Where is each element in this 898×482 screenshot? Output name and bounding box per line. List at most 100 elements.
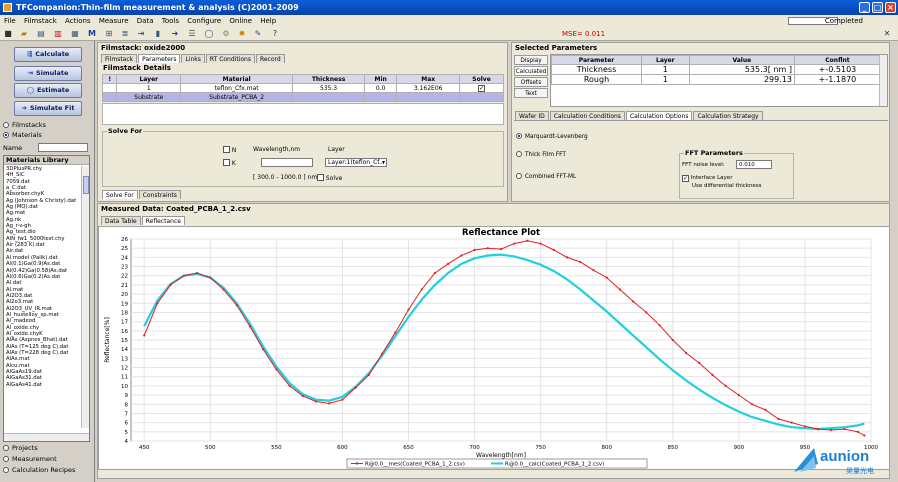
k-checkbox[interactable]: K: [223, 159, 236, 167]
filmstacks-radio[interactable]: Filmstacks: [3, 121, 46, 130]
measured-data-point: [843, 427, 846, 431]
stack-icon[interactable]: ≣: [120, 29, 130, 39]
reflectance-plot-svg: 4 5 6 7 8 9 10 11 12 13 14 15 16 17 18 19 20 21 22 23 24 25 26…: [104, 228, 878, 469]
new-doc-icon[interactable]: ▤: [36, 29, 46, 39]
menu-data[interactable]: Data: [137, 17, 154, 25]
arrow-right-icon[interactable]: ➜: [170, 29, 180, 39]
simulate-icon[interactable]: ⇥: [136, 29, 146, 39]
simulate-fit-button[interactable]: ➜ Simulate Fit: [14, 101, 82, 116]
materials-scrollbar[interactable]: [81, 166, 89, 428]
wavelength-label: Wavelength,nm: [253, 146, 301, 153]
measured-data-point: [790, 421, 793, 424]
tab-rt-conditions[interactable]: RT Conditions: [205, 54, 255, 63]
measured-data-point: [314, 400, 318, 403]
n-checkbox[interactable]: N: [223, 146, 236, 154]
app-icon: [3, 3, 12, 12]
calculate-button[interactable]: ⇶ Calculate: [14, 47, 82, 62]
estimate-icon[interactable]: ◯: [204, 29, 214, 39]
settings-icon[interactable]: ⚙: [221, 29, 231, 39]
table-row[interactable]: 1 teflon_Cfx.mat 535.3 0.0 3.162E06 ✓: [101, 83, 504, 93]
menu-measure[interactable]: Measure: [99, 17, 129, 25]
cell-max[interactable]: 3.162E06: [396, 83, 461, 93]
cell-material[interactable]: Substrate_PCBA_2: [180, 92, 294, 102]
menu-tools[interactable]: Tools: [162, 17, 179, 25]
projects-radio[interactable]: Projects: [3, 444, 38, 453]
table-row[interactable]: Substrate Substrate_PCBA_2: [101, 92, 504, 102]
tab-calc-options[interactable]: Calculation Options: [625, 111, 693, 120]
offsets-button[interactable]: Offsets: [514, 77, 548, 87]
filmstack-tabs: Filmstack Parameters Links RT Conditions Rec…: [101, 54, 286, 63]
cell-exclude[interactable]: [101, 83, 118, 93]
maximize-button[interactable]: □: [872, 2, 883, 13]
solve-checkbox-2[interactable]: Solve: [317, 174, 342, 182]
wavelength-input[interactable]: [261, 158, 313, 167]
menu-file[interactable]: File: [4, 17, 16, 25]
simulate-button[interactable]: ⇥ Simulate: [14, 66, 82, 81]
open-folder-icon[interactable]: ▰: [19, 29, 29, 39]
marquardt-radio[interactable]: Marquardt-Levenberg: [516, 133, 588, 142]
table-icon[interactable]: ▦: [70, 29, 80, 39]
close-button[interactable]: ×: [885, 2, 896, 13]
selected-params-scrollbar[interactable]: [879, 55, 887, 106]
close-doc-icon[interactable]: ✕: [882, 29, 892, 39]
selected-params-table: Parameter Layer Value Conflnt Thickness …: [551, 55, 882, 85]
list-item[interactable]: AlGaAs41.dat: [4, 382, 82, 388]
estimate-icon: ◯: [26, 86, 34, 94]
table-row[interactable]: Rough 1 299.13 +-1.1870: [551, 74, 882, 85]
tab-reflectance[interactable]: Reflectance: [141, 216, 185, 225]
tab-calc-strategy[interactable]: Calculation Strategy: [693, 111, 763, 120]
tab-calc-conditions[interactable]: Calculation Conditions: [549, 111, 625, 120]
measured-data-point: [169, 283, 172, 287]
menu-configure[interactable]: Configure: [187, 17, 221, 25]
measurement-radio[interactable]: Measurement: [3, 455, 57, 464]
calc-recipes-radio-label: Calculation Recipes: [12, 466, 76, 474]
measure-icon[interactable]: M: [87, 29, 97, 39]
cell-solve[interactable]: ✓: [459, 83, 504, 93]
measured-data-point: [248, 325, 252, 328]
fft-noise-input[interactable]: 0.010: [736, 160, 772, 169]
menu-help[interactable]: Help: [260, 17, 276, 25]
combined-fft-ml-radio[interactable]: Combined FFT-ML: [516, 173, 576, 182]
tab-record[interactable]: Record: [255, 54, 285, 63]
y-tick-label: 22: [121, 274, 128, 280]
measured-data-point: [711, 373, 714, 376]
y-tick-label: 4: [125, 439, 129, 445]
thick-film-fft-radio[interactable]: Thick Film FFT: [516, 151, 566, 160]
cell-material[interactable]: teflon_Cfx.mat: [180, 83, 294, 93]
materials-hscrollbar[interactable]: [4, 433, 89, 441]
menu-filmstack[interactable]: Filmstack: [24, 17, 57, 25]
chart-icon[interactable]: ▥: [53, 29, 63, 39]
col-parameter: Parameter: [551, 55, 642, 65]
materials-radio[interactable]: Materials: [3, 131, 42, 140]
estimate-button[interactable]: ◯ Estimate: [14, 83, 82, 98]
tab-constraints[interactable]: Constraints: [138, 190, 181, 199]
tab-filmstack[interactable]: Filmstack: [101, 54, 138, 63]
cell-layer: Substrate: [116, 92, 182, 102]
solve-checkbox[interactable]: ✓: [478, 85, 486, 92]
menu-actions[interactable]: Actions: [65, 17, 91, 25]
table-row[interactable]: Thickness 1 535.3[ nm ] +-0.5103: [551, 64, 882, 75]
calc-recipes-radio[interactable]: Calculation Recipes: [3, 466, 75, 475]
help-icon[interactable]: ?: [270, 29, 280, 39]
layers-icon[interactable]: ☰: [187, 29, 197, 39]
tab-data-table[interactable]: Data Table: [101, 216, 141, 225]
save-icon[interactable]: ■: [3, 29, 13, 39]
name-filter-input[interactable]: [38, 143, 88, 152]
bars-icon[interactable]: ▮: [153, 29, 163, 39]
tab-parameters[interactable]: Parameters: [138, 54, 181, 63]
display-button[interactable]: Display: [514, 55, 548, 65]
cell-thickness[interactable]: 535.3: [292, 83, 365, 93]
layer-select[interactable]: Layer:1(teflon_Cf... ▾: [325, 158, 387, 167]
tab-links[interactable]: Links: [181, 54, 205, 63]
link-icon[interactable]: ✎: [253, 29, 263, 39]
interface-layer-checkbox[interactable]: ✓ Interface Layer: [682, 175, 732, 182]
minimize-button[interactable]: _: [859, 2, 870, 13]
tab-solve-for[interactable]: Solve For: [102, 190, 138, 199]
calculated-button[interactable]: Calculated: [514, 66, 548, 76]
grid-icon[interactable]: ⊞: [104, 29, 114, 39]
cell-min[interactable]: 0.0: [363, 83, 398, 93]
text-button[interactable]: Text: [514, 88, 548, 98]
menu-online[interactable]: Online: [229, 17, 252, 25]
tab-wafer-id[interactable]: Wafer ID: [515, 111, 549, 120]
bulb-icon[interactable]: ✹: [237, 29, 247, 39]
